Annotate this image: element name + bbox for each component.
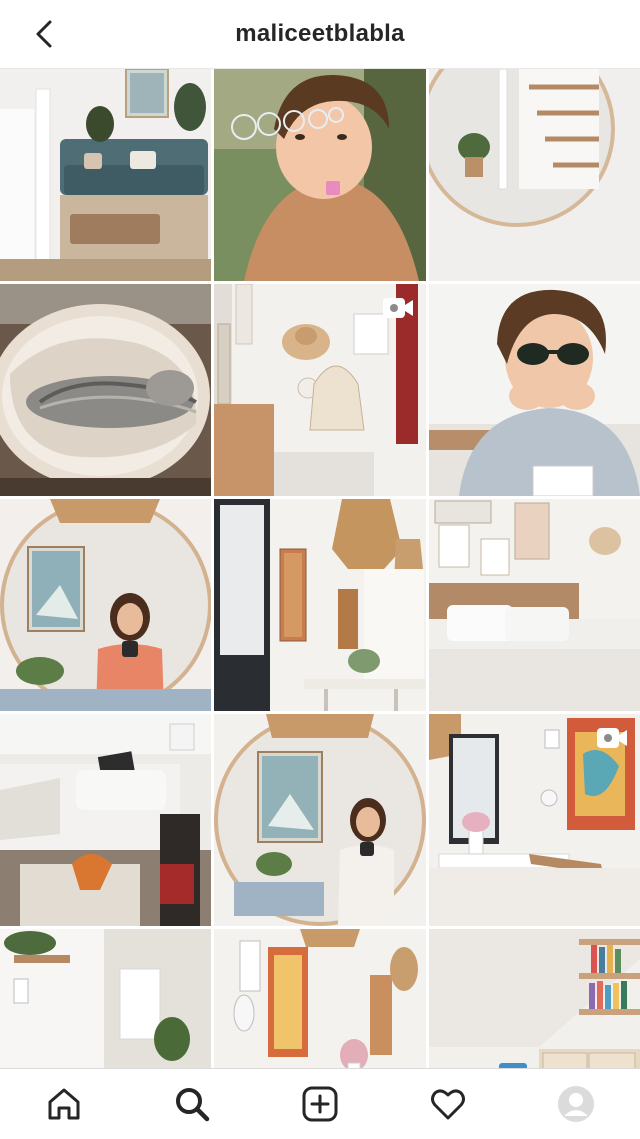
post-thumbnail[interactable] [429, 929, 640, 1068]
post-thumbnail[interactable] [0, 929, 211, 1068]
activity-heart-icon [431, 1089, 465, 1120]
tab-profile[interactable] [544, 1072, 608, 1136]
profile-username: maliceetblabla [235, 20, 405, 47]
tab-home[interactable] [32, 1072, 96, 1136]
post-image [429, 499, 640, 711]
post-thumbnail[interactable] [429, 714, 640, 926]
post-image [0, 714, 211, 926]
video-icon [597, 728, 627, 748]
bottom-tab-bar [0, 1068, 640, 1139]
post-thumbnail[interactable] [429, 284, 640, 496]
post-thumbnail[interactable] [0, 69, 211, 281]
post-image [0, 929, 211, 1068]
post-thumbnail[interactable] [214, 284, 426, 496]
post-image [0, 69, 211, 281]
post-image [214, 929, 426, 1068]
profile-avatar-icon [558, 1086, 594, 1122]
post-thumbnail[interactable] [429, 69, 640, 281]
post-thumbnail[interactable] [214, 499, 426, 711]
post-image [0, 284, 211, 496]
post-thumbnail[interactable] [214, 714, 426, 926]
post-thumbnail[interactable] [214, 929, 426, 1068]
post-thumbnail[interactable] [0, 499, 211, 711]
tab-search[interactable] [160, 1072, 224, 1136]
post-image [0, 499, 211, 711]
add-post-icon [302, 1086, 338, 1122]
home-icon [48, 1088, 80, 1120]
post-image [429, 929, 640, 1068]
tab-add-post[interactable] [288, 1072, 352, 1136]
tab-activity[interactable] [416, 1072, 480, 1136]
post-thumbnail[interactable] [214, 69, 426, 281]
search-icon [176, 1088, 210, 1122]
video-icon [383, 298, 413, 318]
post-image [429, 284, 640, 496]
post-thumbnail[interactable] [0, 284, 211, 496]
post-image [429, 69, 640, 281]
post-thumbnail[interactable] [0, 714, 211, 926]
post-image [214, 499, 426, 711]
post-image [214, 714, 426, 926]
post-image [214, 69, 426, 281]
post-thumbnail[interactable] [429, 499, 640, 711]
posts-grid [0, 69, 640, 1068]
top-bar: maliceetblabla [0, 0, 640, 69]
